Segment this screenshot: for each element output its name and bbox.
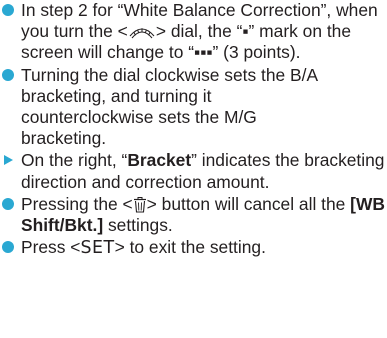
bullet-marker — [2, 241, 14, 254]
set-button-label: SET — [80, 238, 115, 259]
item-text-segment: settings. — [103, 215, 173, 236]
item-text: Turning the dial clockwise sets the B/A … — [21, 64, 318, 149]
list-item-bracket-indicator: On the right, “Bracket” indicates the br… — [0, 150, 387, 192]
bullet-marker — [2, 4, 14, 16]
bullet-marker — [2, 197, 14, 210]
item-text-segment: On the right, “ — [21, 150, 128, 171]
item-text-segment: > to exit the setting. — [114, 237, 266, 258]
triangle-marker — [4, 155, 13, 166]
list-item-exit-setting: Press <SET> to exit the setting. — [0, 237, 387, 259]
list-item-dial-direction: Turning the dial clockwise sets the B/A … — [0, 65, 333, 150]
three-point-mark: ▪▪▪ — [194, 42, 213, 63]
instruction-list: In step 2 for “White Balance Correction”… — [0, 0, 387, 259]
item-text-segment: Pressing the < — [21, 193, 133, 214]
item-text-segment: > button will cancel all the — [146, 193, 351, 214]
list-item-wb-correction: In step 2 for “White Balance Correction”… — [0, 0, 387, 64]
item-text-segment: Press < — [21, 237, 81, 258]
item-text-segment: > dial, the “ — [155, 21, 243, 42]
bracket-term: Bracket — [127, 150, 192, 171]
item-text-segment: ” (3 points). — [212, 42, 301, 63]
bullet-marker — [2, 68, 14, 81]
main-dial-icon — [129, 28, 155, 39]
list-item-cancel-settings: Pressing the < > button will cancel all … — [0, 194, 387, 236]
erase-button-icon — [133, 196, 146, 213]
